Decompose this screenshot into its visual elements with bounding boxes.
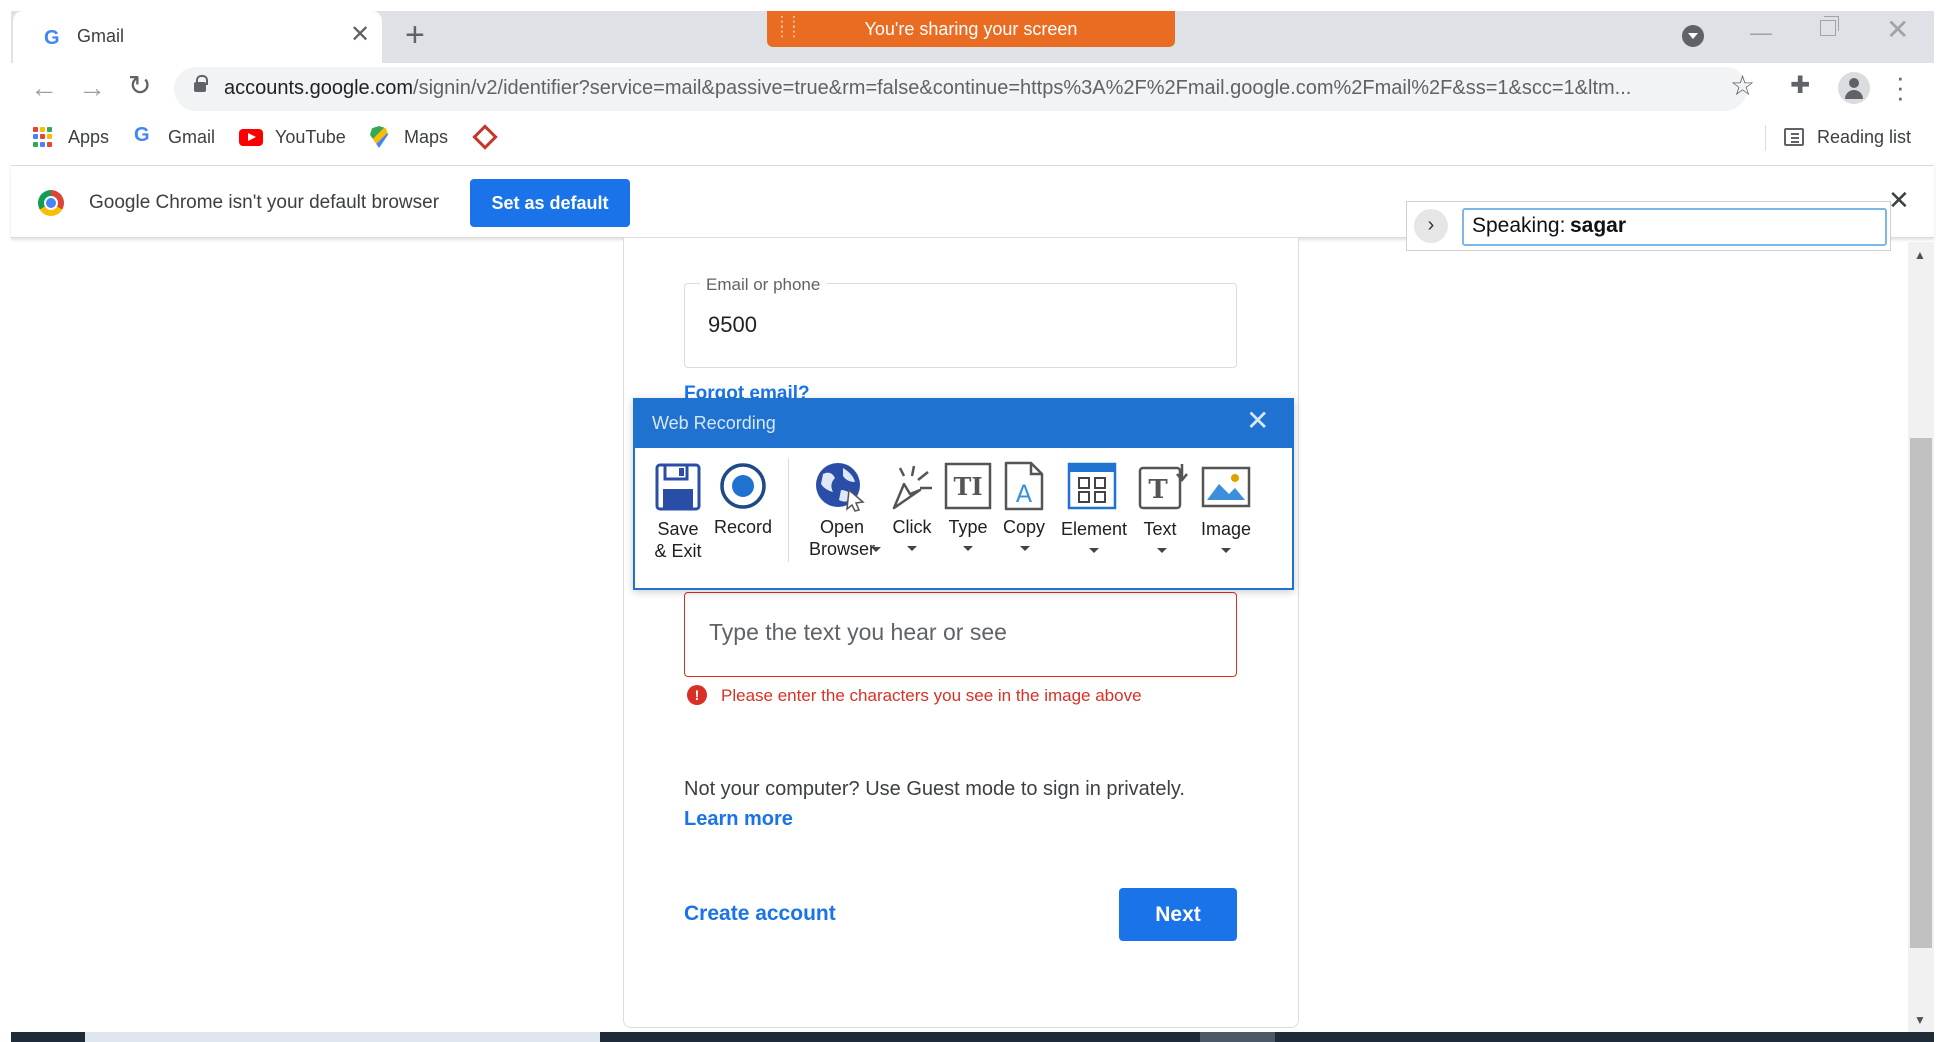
restore-icon[interactable] <box>1820 16 1839 36</box>
chrome-logo-icon <box>38 190 64 216</box>
tool-open-browser[interactable] <box>813 460 867 517</box>
bookmark-maps[interactable]: Maps <box>404 125 448 149</box>
url-path: /signin/v2/identifier?service=mail&passi… <box>413 77 1632 99</box>
tool-copy[interactable]: A <box>1003 460 1045 517</box>
email-field-value[interactable]: 9500 <box>708 312 757 338</box>
apps-grid-icon[interactable] <box>33 127 53 147</box>
element-icon <box>1067 462 1117 510</box>
text-icon: T <box>1138 464 1188 510</box>
tool-click-label: Click <box>892 517 932 537</box>
svg-text:TI: TI <box>953 472 982 501</box>
tool-text-label: Text <box>1143 519 1177 539</box>
extensions-puzzle-icon[interactable]: ✚ <box>1790 74 1810 98</box>
bookmark-youtube[interactable]: YouTube <box>275 125 346 149</box>
tab-search-icon[interactable] <box>1682 25 1704 47</box>
url-text[interactable]: accounts.google.com/signin/v2/identifier… <box>224 77 1714 100</box>
google-g-icon: G <box>44 27 60 49</box>
record-icon <box>720 463 766 509</box>
divider <box>1765 125 1766 151</box>
tool-open-browser-label: Open Browser <box>808 517 875 559</box>
svg-text:A: A <box>1016 480 1033 508</box>
tool-text[interactable]: T <box>1138 462 1190 515</box>
chevron-right-icon[interactable]: › <box>1414 209 1448 243</box>
learn-more-link[interactable]: Learn more <box>684 808 793 831</box>
dropdown-caret-icon[interactable] <box>963 546 973 551</box>
tool-save-exit-label: Save & Exit <box>654 519 702 561</box>
tool-type[interactable]: TI <box>944 462 992 515</box>
tab-close-icon[interactable]: ✕ <box>350 22 370 48</box>
tool-element[interactable] <box>1067 462 1117 515</box>
tool-record[interactable] <box>718 461 768 516</box>
globe-icon <box>816 463 865 512</box>
dropdown-caret-icon[interactable] <box>1157 548 1167 553</box>
dropdown-caret-icon[interactable] <box>1020 546 1030 551</box>
tool-type-label: Type <box>948 517 988 537</box>
screen: G Gmail ✕ + ⋮⋮ ⋮⋮ You're sharing your scr… <box>0 0 1942 1042</box>
back-arrow-icon[interactable]: ← <box>30 74 58 102</box>
scroll-up-icon[interactable]: ▲ <box>1914 248 1926 262</box>
taskbar-item[interactable] <box>85 1032 600 1042</box>
guest-mode-text: Not your computer? Use Guest mode to sig… <box>684 778 1185 800</box>
dropdown-caret-icon[interactable] <box>871 547 881 552</box>
taskbar-item[interactable] <box>1200 1032 1275 1042</box>
tab-title: Gmail <box>77 26 125 46</box>
dropdown-caret-icon[interactable] <box>1221 548 1231 553</box>
bookmark-gmail[interactable]: Gmail <box>168 125 215 149</box>
error-message: Please enter the characters you see in t… <box>721 686 1142 705</box>
click-icon <box>892 465 932 510</box>
reading-list-icon[interactable] <box>1784 128 1804 146</box>
dropdown-caret-icon[interactable] <box>907 546 917 551</box>
tab-gmail[interactable] <box>13 11 382 63</box>
url-host: accounts.google.com <box>224 77 414 99</box>
screen-share-banner[interactable]: ⋮⋮ ⋮⋮ You're sharing your screen <box>767 11 1175 47</box>
screen-share-text: You're sharing your screen <box>864 19 1078 39</box>
youtube-icon <box>239 129 263 146</box>
tool-click[interactable] <box>888 462 936 517</box>
dialog-close-icon[interactable]: ✕ <box>1246 406 1269 436</box>
dialog-title: Web Recording <box>652 413 776 433</box>
tool-record-label: Record <box>713 517 773 537</box>
error-icon: ! <box>687 685 707 705</box>
divider <box>788 458 789 562</box>
bookmark-star-icon[interactable]: ☆ <box>1730 72 1755 100</box>
type-icon: TI <box>944 462 992 510</box>
lock-icon[interactable] <box>194 75 208 92</box>
reading-list-button[interactable]: Reading list <box>1817 125 1911 149</box>
tool-image[interactable] <box>1201 466 1251 513</box>
svg-text:T: T <box>1148 475 1168 505</box>
forward-arrow-icon[interactable]: → <box>78 74 106 102</box>
scroll-down-icon[interactable]: ▼ <box>1914 1013 1926 1027</box>
infobar-message: Google Chrome isn't your default browser <box>89 192 440 213</box>
save-icon <box>655 463 701 511</box>
tool-copy-label: Copy <box>1002 517 1046 537</box>
tool-save-exit[interactable] <box>655 463 701 516</box>
captcha-placeholder[interactable]: Type the text you hear or see <box>709 619 1007 646</box>
kebab-menu-icon[interactable]: · · · <box>1896 64 1905 110</box>
next-button[interactable]: Next <box>1119 888 1237 941</box>
new-tab-icon[interactable]: + <box>405 18 425 52</box>
speaking-name: sagar <box>1570 214 1627 237</box>
copy-icon: A <box>1004 461 1044 511</box>
email-field[interactable] <box>684 283 1237 368</box>
profile-avatar-icon[interactable] <box>1838 72 1870 104</box>
image-icon <box>1201 466 1251 508</box>
set-default-button[interactable]: Set as default <box>470 179 630 227</box>
bookmark-apps[interactable]: Apps <box>68 125 109 149</box>
tool-image-label: Image <box>1200 519 1252 539</box>
window-close-icon[interactable]: ✕ <box>1886 16 1909 44</box>
minimize-icon[interactable]: — <box>1750 20 1772 46</box>
dropdown-caret-icon[interactable] <box>1089 548 1099 553</box>
reload-icon[interactable]: ↻ <box>128 72 151 100</box>
tool-element-label: Element <box>1060 519 1128 539</box>
create-account-link[interactable]: Create account <box>684 902 836 926</box>
speaking-prefix: Speaking: <box>1472 214 1566 237</box>
google-g-icon: G <box>134 124 150 146</box>
email-field-label: Email or phone <box>700 275 827 295</box>
scrollbar-thumb[interactable] <box>1910 438 1932 948</box>
infobar-close-icon[interactable]: ✕ <box>1888 187 1910 213</box>
